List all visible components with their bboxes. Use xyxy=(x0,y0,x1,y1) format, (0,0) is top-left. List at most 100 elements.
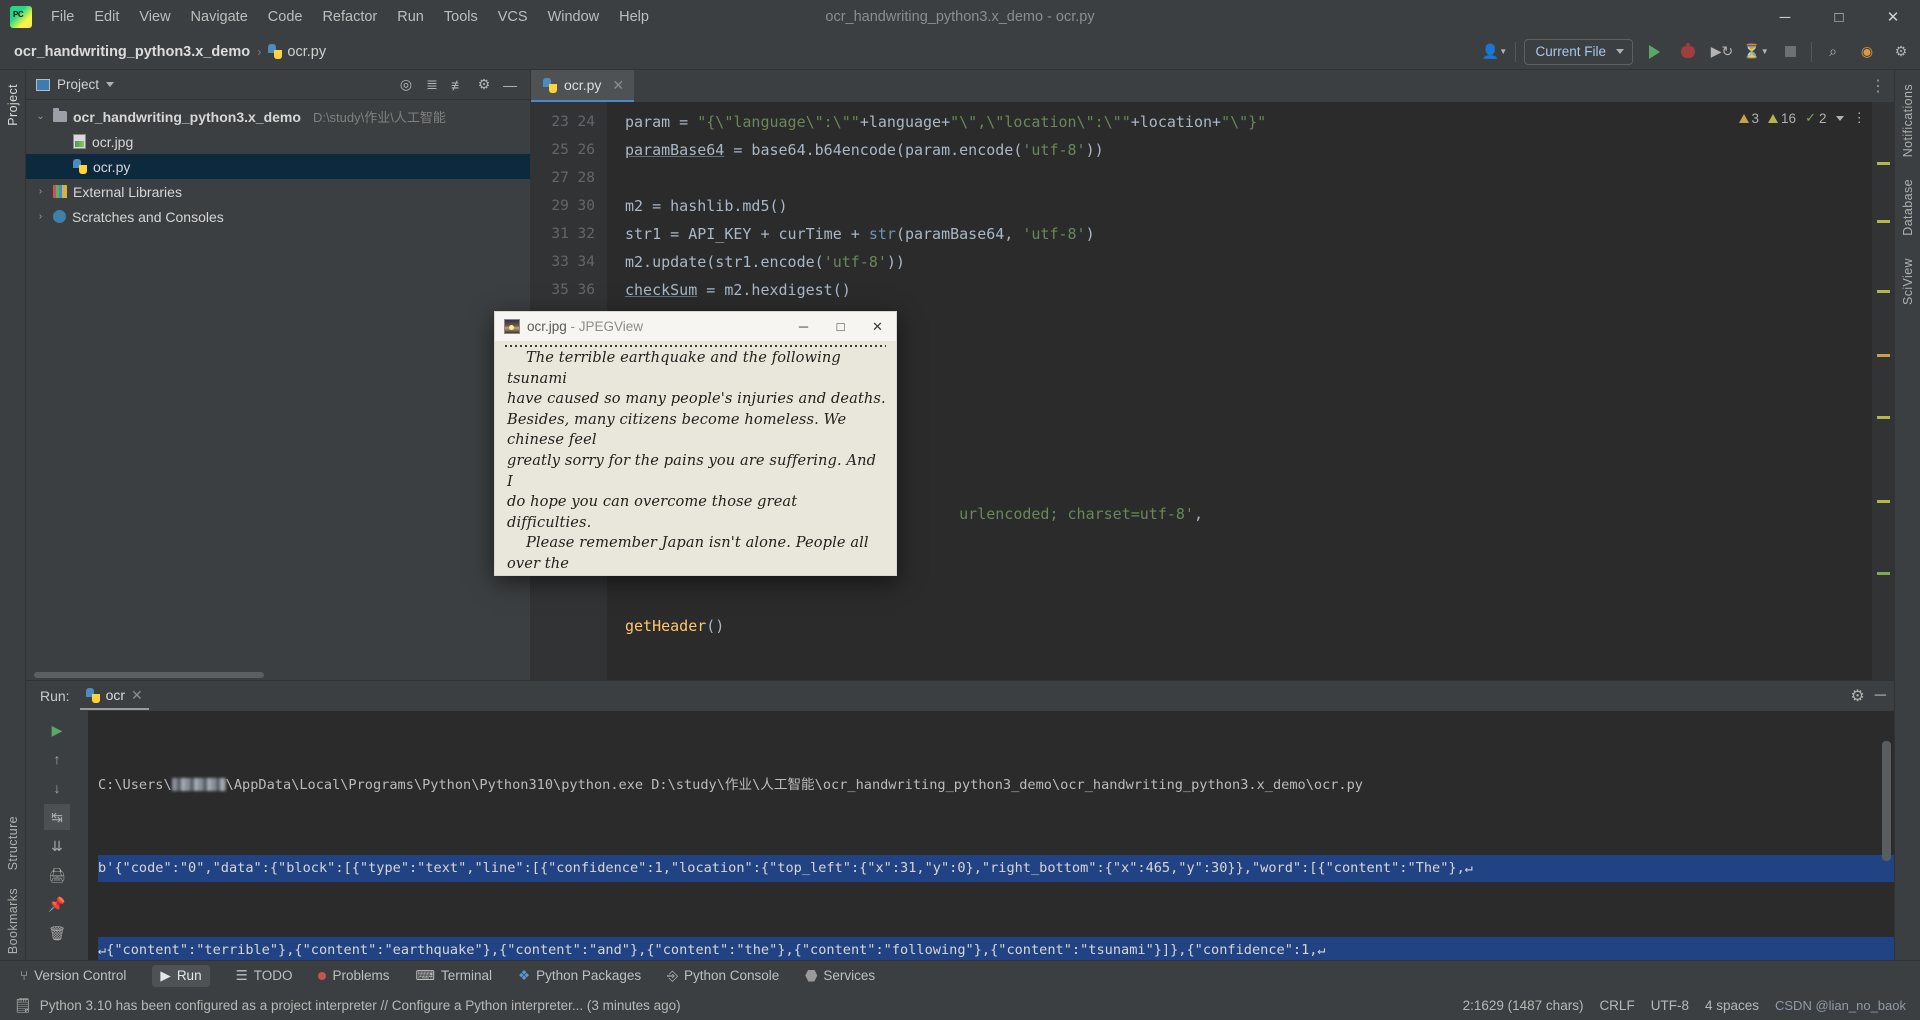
menu-bar[interactable]: File Edit View Navigate Code Refactor Ru… xyxy=(42,6,658,28)
sidebar-item-notifications[interactable]: Notifications xyxy=(1901,78,1915,163)
jpegview-minimize-button[interactable]: ─ xyxy=(785,312,822,341)
breadcrumb-file[interactable]: ocr.py xyxy=(268,44,326,60)
run-coverage-button[interactable]: ▶↻ xyxy=(1709,39,1735,65)
close-button[interactable]: ✕ xyxy=(1866,0,1920,34)
tree-row-project-root[interactable]: ⌄ ocr_handwriting_python3.x_demo D:\stud… xyxy=(26,104,530,129)
tool-button-version-control[interactable]: ⑂ Version Control xyxy=(20,968,126,983)
typo-badge[interactable]: ✓ 2 xyxy=(1805,110,1826,126)
inspection-widget[interactable]: 3 16 ✓ 2 ⋮ xyxy=(1738,110,1867,126)
tool-button-python-console[interactable]: ⎆ Python Console xyxy=(667,968,779,984)
collapse-all-icon[interactable]: ≢ xyxy=(446,73,470,97)
caret-position[interactable]: 2:1629 (1487 chars) xyxy=(1463,998,1584,1013)
jpegview-maximize-button[interactable]: □ xyxy=(822,312,859,341)
project-horizontal-scrollbar[interactable] xyxy=(26,670,530,680)
expand-all-icon[interactable]: ≣ xyxy=(420,73,444,97)
marker-warning-5[interactable] xyxy=(1877,416,1890,419)
status-message[interactable]: Python 3.10 has been configured as a pro… xyxy=(40,998,681,1013)
marker-warning-4[interactable] xyxy=(1877,354,1890,357)
jpegview-window-controls[interactable]: ─ □ ✕ xyxy=(785,312,896,341)
menu-item-run[interactable]: Run xyxy=(388,6,433,28)
settings-gear-icon[interactable]: ⚙ xyxy=(1888,39,1914,65)
chevron-collapsed-icon-2[interactable]: › xyxy=(34,211,47,222)
sidebar-item-sciview[interactable]: SciView xyxy=(1901,252,1915,311)
run-settings-gear-icon[interactable]: ⚙ xyxy=(1850,686,1864,706)
pin-icon[interactable]: 📌 xyxy=(44,891,70,917)
scroll-to-end-icon[interactable]: ⇊ xyxy=(44,833,70,859)
rerun-icon[interactable]: ▶ xyxy=(44,717,70,743)
minimize-button[interactable]: ─ xyxy=(1758,0,1812,34)
warning-orange-badge[interactable]: 3 xyxy=(1738,111,1759,126)
menu-item-navigate[interactable]: Navigate xyxy=(182,6,257,28)
menu-item-file[interactable]: File xyxy=(42,6,83,28)
soft-wrap-icon[interactable]: ↹ xyxy=(44,804,70,830)
chevron-collapsed-icon[interactable]: › xyxy=(34,186,47,197)
tool-button-run[interactable]: ▶ Run xyxy=(152,964,210,987)
jpegview-image-canvas[interactable]: The terrible earthquake and the followin… xyxy=(495,341,896,575)
menu-item-vcs[interactable]: VCS xyxy=(489,6,537,28)
chevron-expanded-icon[interactable]: ⌄ xyxy=(34,111,47,122)
breadcrumb-project[interactable]: ocr_handwriting_python3.x_demo xyxy=(14,44,250,60)
close-icon[interactable]: ✕ xyxy=(612,77,624,94)
jpegview-window[interactable]: ocr.jpg - JPEGView ─ □ ✕ The terrible ea… xyxy=(494,311,897,576)
marker-check-1[interactable] xyxy=(1877,572,1890,575)
project-tree[interactable]: ⌄ ocr_handwriting_python3.x_demo D:\stud… xyxy=(26,100,530,670)
marker-warning-1[interactable] xyxy=(1877,162,1890,165)
search-icon[interactable]: ⌕ xyxy=(1820,39,1846,65)
tool-button-python-packages[interactable]: ❖ Python Packages xyxy=(518,968,641,984)
tree-row-ocr-jpg[interactable]: ocr.jpg xyxy=(26,129,530,154)
tree-row-scratches[interactable]: › Scratches and Consoles xyxy=(26,204,530,229)
chevron-down-icon[interactable] xyxy=(106,82,115,87)
notification-icon[interactable]: 🗒 xyxy=(14,997,32,1014)
jpegview-close-button[interactable]: ✕ xyxy=(859,312,896,341)
menu-item-view[interactable]: View xyxy=(130,6,179,28)
marker-warning-2[interactable] xyxy=(1877,220,1890,223)
debug-button[interactable] xyxy=(1675,39,1701,65)
sidebar-item-structure[interactable]: Structure xyxy=(6,810,20,876)
warning-yellow-badge[interactable]: 16 xyxy=(1768,111,1796,126)
more-options-icon[interactable]: ⋮ xyxy=(1853,110,1867,126)
marker-warning-6[interactable] xyxy=(1877,500,1890,503)
close-icon[interactable]: ✕ xyxy=(131,687,143,704)
menu-item-window[interactable]: Window xyxy=(539,6,609,28)
run-button[interactable] xyxy=(1641,39,1667,65)
editor-marker-bar[interactable] xyxy=(1872,102,1894,680)
run-configuration-selector[interactable]: Current File xyxy=(1524,38,1633,65)
tree-row-ocr-py[interactable]: ocr.py xyxy=(26,154,530,179)
scroll-down-icon[interactable]: ↓ xyxy=(44,775,70,801)
hide-panel-icon[interactable]: — xyxy=(498,73,522,97)
line-separator[interactable]: CRLF xyxy=(1599,998,1634,1013)
sidebar-item-database[interactable]: Database xyxy=(1901,173,1915,242)
locate-target-icon[interactable]: ◎ xyxy=(394,73,418,97)
stop-button[interactable] xyxy=(1777,39,1803,65)
menu-item-tools[interactable]: Tools xyxy=(435,6,487,28)
maximize-button[interactable]: □ xyxy=(1812,0,1866,34)
profile-button[interactable]: ⏳ ▼ xyxy=(1743,39,1769,65)
chevron-down-icon-inspection[interactable] xyxy=(1835,115,1844,121)
print-icon[interactable]: 🖨 xyxy=(44,862,70,888)
editor-tab-ocr-py[interactable]: ocr.py ✕ xyxy=(531,70,635,102)
console-scrollbar[interactable] xyxy=(1882,741,1891,861)
run-tab-ocr[interactable]: ocr ✕ xyxy=(79,682,149,710)
file-encoding[interactable]: UTF-8 xyxy=(1651,998,1689,1013)
trash-icon[interactable]: 🗑 xyxy=(44,920,70,946)
tree-row-external-libraries[interactable]: › External Libraries xyxy=(26,179,530,204)
project-settings-gear-icon[interactable]: ⚙ xyxy=(472,73,496,97)
tool-button-services[interactable]: Services xyxy=(805,968,875,983)
tool-button-problems[interactable]: Problems xyxy=(318,968,389,983)
sidebar-item-bookmarks[interactable]: Bookmarks xyxy=(6,882,20,960)
marker-warning-3[interactable] xyxy=(1877,290,1890,293)
tool-button-todo[interactable]: ☰ TODO xyxy=(236,968,293,984)
updates-icon[interactable]: ◉ xyxy=(1854,39,1880,65)
editor-tab-options-icon[interactable]: ⋮ xyxy=(1870,70,1894,102)
menu-item-code[interactable]: Code xyxy=(259,6,312,28)
run-console-output[interactable]: C:\Users\ \AppData\Local\Programs\Python\… xyxy=(88,711,1894,960)
menu-item-help[interactable]: Help xyxy=(610,6,658,28)
window-controls[interactable]: ─ □ ✕ xyxy=(1758,0,1920,34)
user-accounts-icon[interactable]: 👤 ▼ xyxy=(1481,39,1507,65)
menu-item-edit[interactable]: Edit xyxy=(85,6,128,28)
run-hide-icon[interactable]: ─ xyxy=(1875,687,1886,705)
indent-setting[interactable]: 4 spaces xyxy=(1705,998,1759,1013)
tool-button-terminal[interactable]: ⌨ Terminal xyxy=(415,968,492,984)
menu-item-refactor[interactable]: Refactor xyxy=(313,6,386,28)
sidebar-item-project[interactable]: Project xyxy=(6,78,20,132)
